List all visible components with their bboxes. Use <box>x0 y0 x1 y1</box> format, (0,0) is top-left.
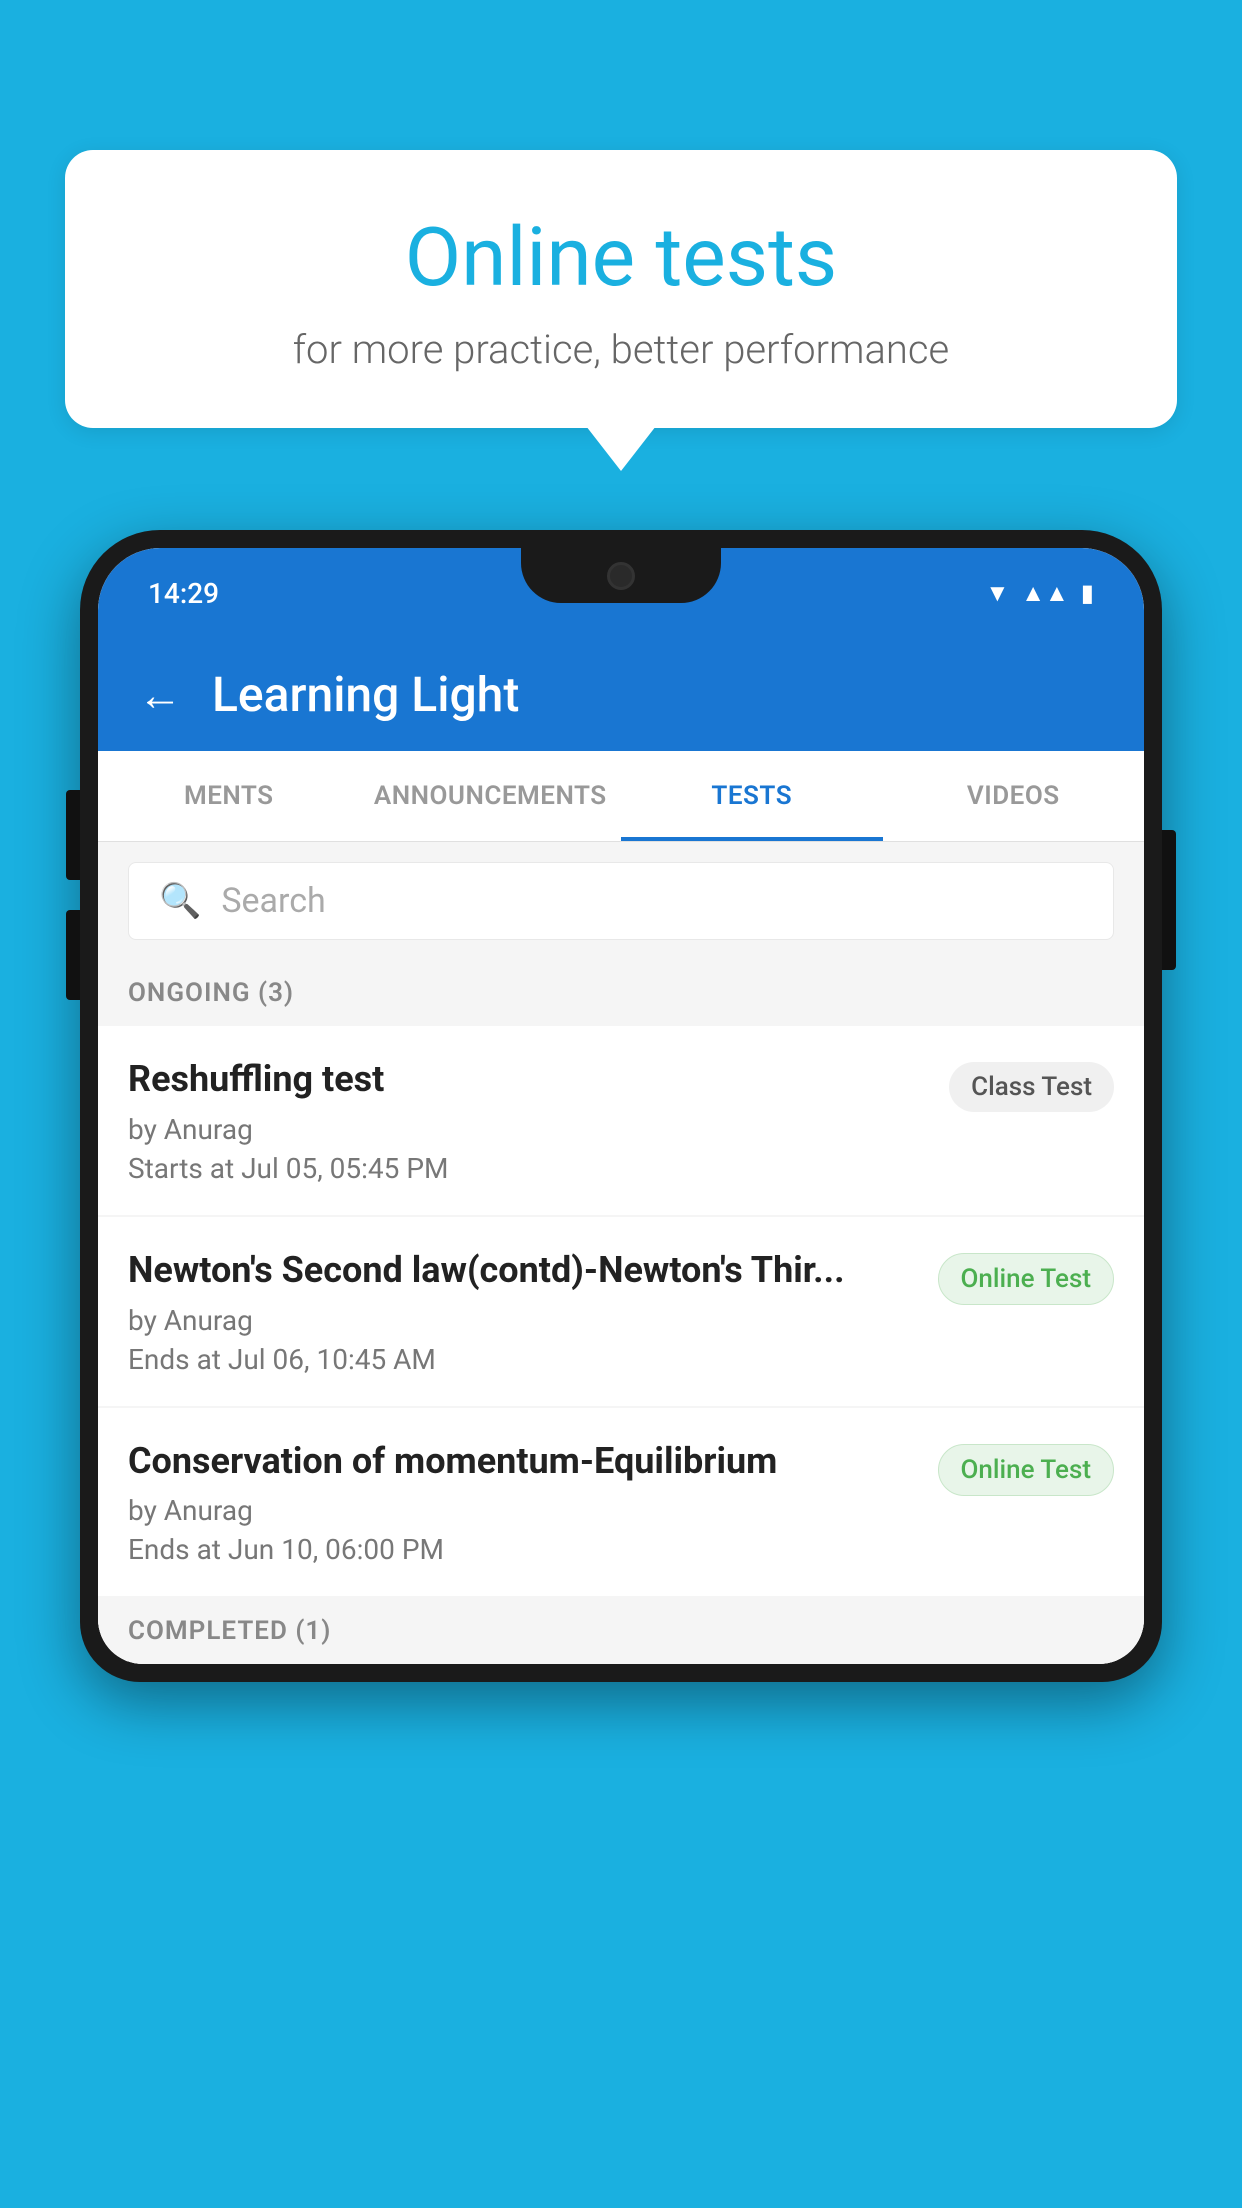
search-bar[interactable]: 🔍 Search <box>128 862 1114 940</box>
back-button[interactable]: ← <box>138 669 182 721</box>
badge-1: Class Test <box>949 1062 1114 1112</box>
app-header: ← Learning Light <box>98 638 1144 751</box>
speech-bubble-container: Online tests for more practice, better p… <box>65 150 1177 471</box>
test-title-2: Newton's Second law(contd)-Newton's Thir… <box>128 1247 918 1294</box>
search-icon: 🔍 <box>159 881 201 921</box>
test-item-3-content: Conservation of momentum-Equilibrium by … <box>128 1438 938 1567</box>
test-item-1-content: Reshuffling test by Anurag Starts at Jul… <box>128 1056 949 1185</box>
camera <box>607 562 635 590</box>
volume-up-button <box>66 790 80 880</box>
test-author-1: by Anurag <box>128 1113 929 1146</box>
status-time: 14:29 <box>148 577 219 610</box>
test-time-3: Ends at Jun 10, 06:00 PM <box>128 1533 918 1566</box>
tab-announcements[interactable]: ANNOUNCEMENTS <box>360 751 622 841</box>
app-title: Learning Light <box>212 666 519 723</box>
tab-videos[interactable]: VIDEOS <box>883 751 1145 841</box>
test-author-3: by Anurag <box>128 1494 918 1527</box>
signal-icon: ▲▲ <box>1021 579 1069 608</box>
search-input[interactable]: Search <box>221 881 325 921</box>
bubble-title: Online tests <box>145 210 1097 306</box>
test-title-3: Conservation of momentum-Equilibrium <box>128 1438 918 1485</box>
test-item-2-content: Newton's Second law(contd)-Newton's Thir… <box>128 1247 938 1376</box>
notch <box>521 548 721 603</box>
test-author-2: by Anurag <box>128 1304 918 1337</box>
phone-screen: 14:29 ▼ ▲▲ ▮ ← Learning Light MENTS <box>98 548 1144 1664</box>
volume-down-button <box>66 910 80 1000</box>
test-time-2: Ends at Jul 06, 10:45 AM <box>128 1343 918 1376</box>
section-ongoing: ONGOING (3) <box>98 960 1144 1026</box>
badge-2: Online Test <box>938 1253 1115 1305</box>
test-time-1: Starts at Jul 05, 05:45 PM <box>128 1152 929 1185</box>
badge-3: Online Test <box>938 1444 1115 1496</box>
battery-icon: ▮ <box>1081 579 1094 607</box>
test-item-3[interactable]: Conservation of momentum-Equilibrium by … <box>98 1408 1144 1597</box>
phone-mockup: 14:29 ▼ ▲▲ ▮ ← Learning Light MENTS <box>80 530 1162 2208</box>
test-item-1[interactable]: Reshuffling test by Anurag Starts at Jul… <box>98 1026 1144 1215</box>
phone-outer: 14:29 ▼ ▲▲ ▮ ← Learning Light MENTS <box>80 530 1162 1682</box>
tab-tests[interactable]: TESTS <box>621 751 883 841</box>
status-bar: 14:29 ▼ ▲▲ ▮ <box>98 548 1144 638</box>
status-icons: ▼ ▲▲ ▮ <box>986 579 1095 608</box>
tabs-bar: MENTS ANNOUNCEMENTS TESTS VIDEOS <box>98 751 1144 842</box>
bubble-subtitle: for more practice, better performance <box>145 326 1097 373</box>
search-container: 🔍 Search <box>98 842 1144 960</box>
speech-bubble: Online tests for more practice, better p… <box>65 150 1177 428</box>
speech-bubble-arrow <box>586 426 656 471</box>
test-item-2[interactable]: Newton's Second law(contd)-Newton's Thir… <box>98 1217 1144 1406</box>
test-title-1: Reshuffling test <box>128 1056 929 1103</box>
tab-ments[interactable]: MENTS <box>98 751 360 841</box>
section-completed: COMPLETED (1) <box>98 1598 1144 1664</box>
list-content: ONGOING (3) Reshuffling test by Anurag S… <box>98 960 1144 1664</box>
power-button <box>1162 830 1176 970</box>
wifi-icon: ▼ <box>986 579 1010 608</box>
